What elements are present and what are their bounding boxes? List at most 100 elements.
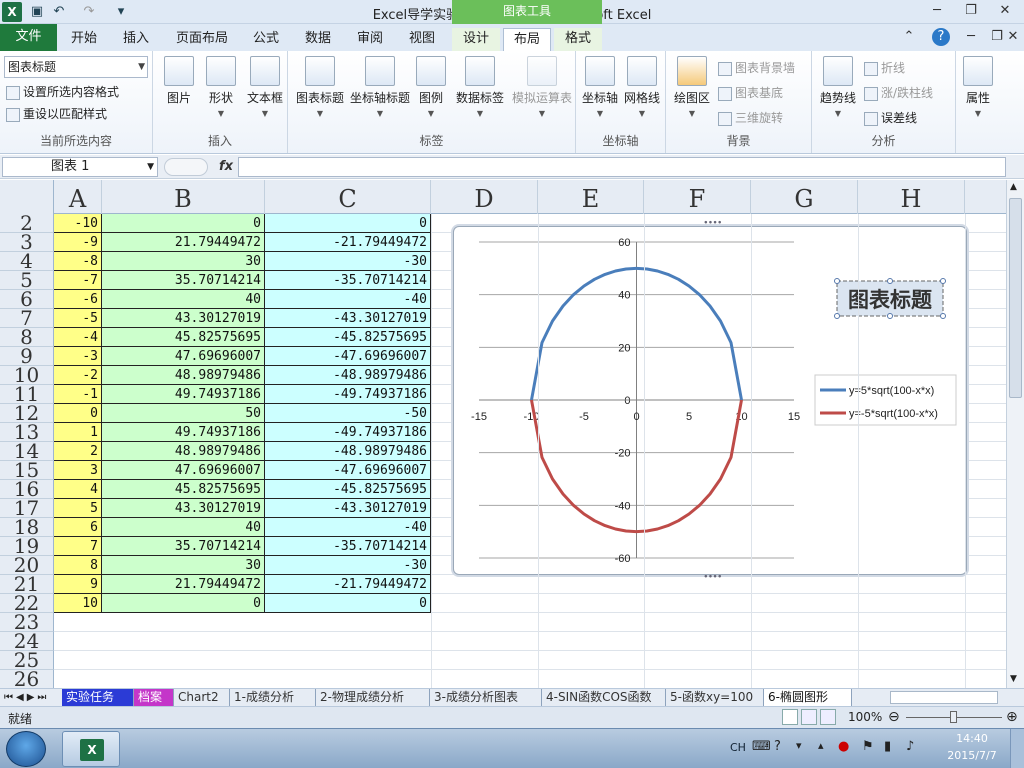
cell-b16[interactable]: 45.82575695 xyxy=(102,480,265,499)
cell-c6[interactable]: -40 xyxy=(265,290,431,309)
gridlines-button[interactable]: 网格线 ▼ xyxy=(622,56,662,118)
horizontal-scrollbar[interactable] xyxy=(890,691,998,704)
axes-button[interactable]: 坐标轴 ▼ xyxy=(580,56,620,118)
cell-a6[interactable]: -6 xyxy=(54,290,102,309)
cell-a4[interactable]: -8 xyxy=(54,252,102,271)
cell-b13[interactable]: 49.74937186 xyxy=(102,423,265,442)
volume-icon[interactable]: ♪ xyxy=(906,739,914,754)
cell-b14[interactable]: 48.98979486 xyxy=(102,442,265,461)
help-icon[interactable]: ? xyxy=(932,28,950,46)
column-header-b[interactable]: B xyxy=(102,180,265,214)
column-header-h[interactable]: H xyxy=(858,180,965,214)
trendline-button[interactable]: 趋势线 ▼ xyxy=(818,56,858,118)
column-header-f[interactable]: F xyxy=(644,180,751,214)
textbox-button[interactable]: 文本框 ▼ xyxy=(243,56,287,118)
cell-c22[interactable]: 0 xyxy=(265,594,431,613)
network-icon[interactable]: ▮ xyxy=(884,739,891,754)
cell-b19[interactable]: 35.70714214 xyxy=(102,537,265,556)
action-center-icon[interactable]: ⚑ xyxy=(862,739,874,754)
cell-a13[interactable]: 1 xyxy=(54,423,102,442)
cell-c21[interactable]: -21.79449472 xyxy=(265,575,431,594)
axis-title-button[interactable]: 坐标轴标题 ▼ xyxy=(348,56,412,118)
cell-b3[interactable]: 21.79449472 xyxy=(102,233,265,252)
vertical-scrollbar[interactable]: ▲ ▼ xyxy=(1006,180,1024,688)
select-all-corner[interactable] xyxy=(0,180,54,214)
close-icon[interactable]: ✕ xyxy=(992,2,1018,20)
sheet-tab[interactable]: 1-成绩分析 xyxy=(230,689,316,706)
tab-layout[interactable]: 布局 xyxy=(503,28,551,52)
sheet-tab[interactable]: 6-椭圆图形 xyxy=(764,689,852,706)
cell-c7[interactable]: -43.30127019 xyxy=(265,309,431,328)
cell-c19[interactable]: -35.70714214 xyxy=(265,537,431,556)
page-layout-view-icon[interactable] xyxy=(801,709,817,725)
chart-handle-top[interactable]: ∙∙∙∙ xyxy=(703,218,723,228)
sheet-tab[interactable]: 4-SIN函数COS函数 xyxy=(542,689,666,706)
cell-a14[interactable]: 2 xyxy=(54,442,102,461)
cell-a5[interactable]: -7 xyxy=(54,271,102,290)
cell-b12[interactable]: 50 xyxy=(102,404,265,423)
security-tray-icon[interactable]: ● xyxy=(838,739,849,754)
data-table-button[interactable]: 模拟运算表 ▼ xyxy=(510,56,574,118)
cell-b20[interactable]: 30 xyxy=(102,556,265,575)
formula-expand-icon[interactable] xyxy=(164,158,208,176)
shapes-button[interactable]: 形状 ▼ xyxy=(203,56,239,118)
sheet-tab[interactable]: 3-成绩分析图表 xyxy=(430,689,542,706)
tab-review[interactable]: 审阅 xyxy=(348,28,392,51)
chart-floor-button[interactable]: 图表基底 xyxy=(718,84,783,101)
column-header-a[interactable]: A xyxy=(54,180,102,214)
reset-style-button[interactable]: 重设以匹配样式 xyxy=(6,105,107,122)
properties-button[interactable]: 属性 ▼ xyxy=(960,56,996,118)
cell-b18[interactable]: 40 xyxy=(102,518,265,537)
cell-a17[interactable]: 5 xyxy=(54,499,102,518)
keyboard-icon[interactable]: ⌨ xyxy=(752,739,771,754)
cell-a18[interactable]: 6 xyxy=(54,518,102,537)
data-labels-button[interactable]: 数据标签 ▼ xyxy=(452,56,508,118)
sheet-tab[interactable]: Chart2 xyxy=(174,689,230,706)
scroll-thumb[interactable] xyxy=(1009,198,1022,398)
workbook-close-icon[interactable]: ✕ xyxy=(1004,28,1022,46)
formula-input[interactable] xyxy=(238,157,1006,177)
cell-c16[interactable]: -45.82575695 xyxy=(265,480,431,499)
tab-file[interactable]: 文件 xyxy=(0,24,57,51)
cell-a9[interactable]: -3 xyxy=(54,347,102,366)
ribbon-minimize-icon[interactable]: ⌃ xyxy=(896,28,922,46)
zoom-out-icon[interactable]: ⊖ xyxy=(888,709,900,725)
sheet-nav-icon[interactable]: ⏮◀▶⏭ xyxy=(4,689,49,706)
chart-handle-bottom[interactable]: ∙∙∙∙ xyxy=(703,572,723,582)
format-selection-button[interactable]: 设置所选内容格式 xyxy=(6,83,119,100)
start-button-icon[interactable] xyxy=(6,731,46,767)
excel-taskbar-button[interactable]: X xyxy=(62,731,120,767)
cell-a8[interactable]: -4 xyxy=(54,328,102,347)
cell-c8[interactable]: -45.82575695 xyxy=(265,328,431,347)
cell-b15[interactable]: 47.69696007 xyxy=(102,461,265,480)
cell-a21[interactable]: 9 xyxy=(54,575,102,594)
sheet-tab[interactable]: 实验任务 xyxy=(62,689,134,706)
column-header-d[interactable]: D xyxy=(431,180,538,214)
tab-insert[interactable]: 插入 xyxy=(112,28,160,51)
tab-page-layout[interactable]: 页面布局 xyxy=(168,28,236,51)
cell-a22[interactable]: 10 xyxy=(54,594,102,613)
cell-a3[interactable]: -9 xyxy=(54,233,102,252)
show-desktop-button[interactable] xyxy=(1010,729,1024,768)
cell-b2[interactable]: 0 xyxy=(102,214,265,233)
row-header[interactable]: 26 xyxy=(0,669,54,688)
tab-design[interactable]: 设计 xyxy=(452,28,500,51)
cell-c18[interactable]: -40 xyxy=(265,518,431,537)
cell-a15[interactable]: 3 xyxy=(54,461,102,480)
scroll-down-icon[interactable]: ▼ xyxy=(1010,674,1017,684)
zoom-level[interactable]: 100% xyxy=(848,710,882,724)
page-break-view-icon[interactable] xyxy=(820,709,836,725)
chart-wall-button[interactable]: 图表背景墙 xyxy=(718,59,795,76)
cell-b7[interactable]: 43.30127019 xyxy=(102,309,265,328)
cell-c12[interactable]: -50 xyxy=(265,404,431,423)
legend-button[interactable]: 图例 ▼ xyxy=(414,56,448,118)
name-box[interactable]: 图表 1 ▼ xyxy=(2,157,158,177)
plot-area-button[interactable]: 绘图区 ▼ xyxy=(672,56,712,118)
cell-a11[interactable]: -1 xyxy=(54,385,102,404)
zoom-thumb[interactable] xyxy=(950,711,957,723)
cell-c10[interactable]: -48.98979486 xyxy=(265,366,431,385)
chart-title-button[interactable]: 图表标题 ▼ xyxy=(292,56,348,118)
cell-a19[interactable]: 7 xyxy=(54,537,102,556)
cell-c17[interactable]: -43.30127019 xyxy=(265,499,431,518)
cell-b4[interactable]: 30 xyxy=(102,252,265,271)
